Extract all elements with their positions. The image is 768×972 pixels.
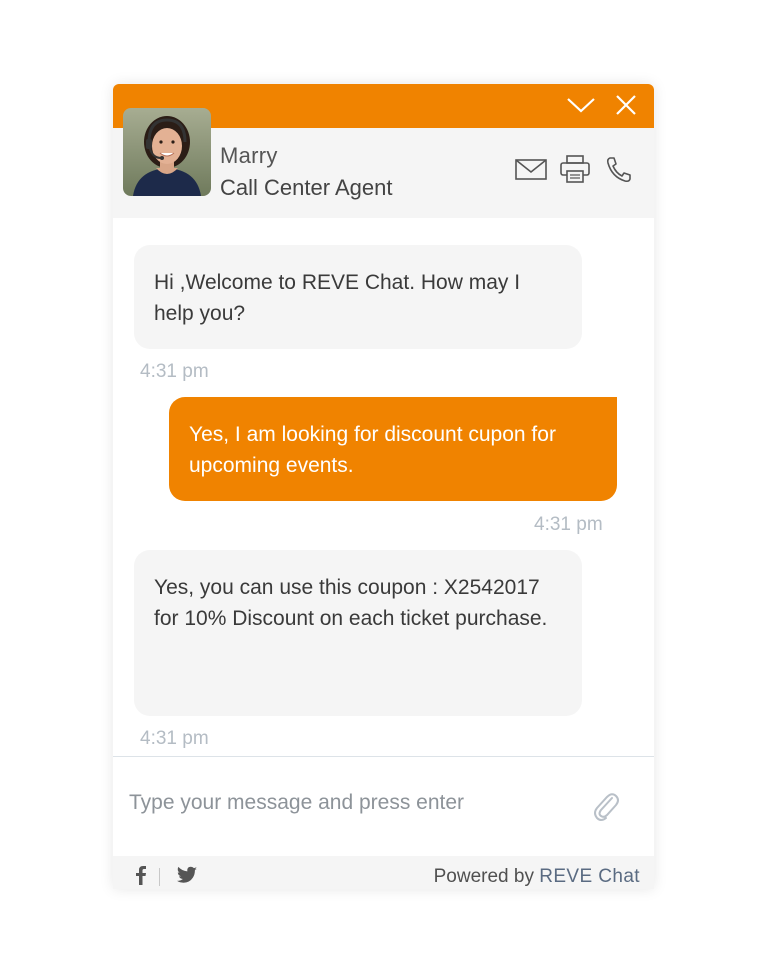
close-button[interactable] xyxy=(611,92,641,120)
agent-avatar xyxy=(123,108,211,196)
twitter-link[interactable] xyxy=(176,865,198,885)
agent-name: Marry xyxy=(220,143,278,168)
agent-message-bubble: Hi ,Welcome to REVE Chat. How may I help… xyxy=(134,245,582,349)
agent-info-bar: Marry Call Center Agent xyxy=(113,108,654,218)
call-button[interactable] xyxy=(601,154,637,184)
email-transcript-button[interactable] xyxy=(513,154,549,184)
attach-file-button[interactable] xyxy=(591,789,621,823)
facebook-link[interactable] xyxy=(135,865,147,885)
footer-divider xyxy=(159,868,160,886)
phone-icon xyxy=(606,157,631,183)
message-composer xyxy=(113,756,654,856)
powered-by-label: Powered by REVE Chat xyxy=(434,866,640,888)
message-input[interactable] xyxy=(129,783,569,823)
minimize-button[interactable] xyxy=(566,92,596,120)
agent-role: Call Center Agent xyxy=(220,175,393,200)
close-icon xyxy=(616,95,636,115)
agent-message-bubble: Yes, you can use this coupon : X2542017 … xyxy=(134,550,582,716)
chevron-down-icon xyxy=(567,98,595,113)
message-timestamp: 4:31 pm xyxy=(534,514,603,535)
paperclip-icon xyxy=(594,793,619,821)
facebook-icon xyxy=(136,866,146,885)
email-icon xyxy=(515,159,547,180)
message-list[interactable]: Hi ,Welcome to REVE Chat. How may I help… xyxy=(113,218,654,756)
twitter-icon xyxy=(176,866,198,883)
message-timestamp: 4:31 pm xyxy=(140,361,209,382)
chat-widget: Marry Call Center Agent Hi ,Welcome to R… xyxy=(113,84,654,889)
powered-by-text: Powered by xyxy=(433,866,534,887)
message-timestamp: 4:31 pm xyxy=(140,728,209,749)
brand-link[interactable]: REVE Chat xyxy=(539,866,640,887)
print-transcript-button[interactable] xyxy=(557,154,593,184)
print-icon xyxy=(560,155,590,183)
widget-footer: Powered by REVE Chat xyxy=(113,856,654,889)
user-message-bubble: Yes, I am looking for discount cupon for… xyxy=(169,397,617,501)
